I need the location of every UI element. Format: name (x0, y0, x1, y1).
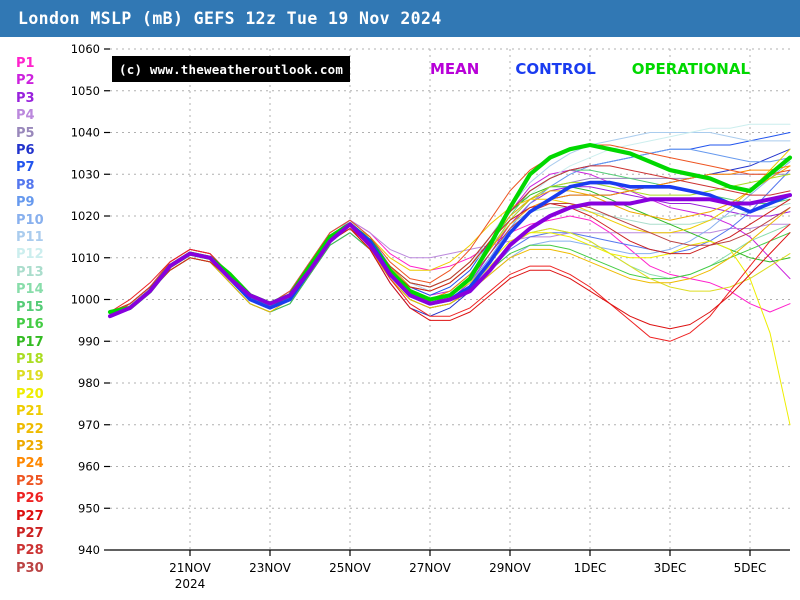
y-axis-tick-label: 960 (78, 460, 100, 474)
y-axis-tick-label: 1050 (71, 84, 100, 98)
y-axis-tick-label: 970 (78, 418, 100, 432)
x-axis-tick-label: 29NOV (489, 561, 531, 575)
x-axis-year-label: 2024 (175, 577, 206, 591)
y-axis-tick-label: 1000 (71, 293, 100, 307)
y-axis-tick-label: 940 (78, 543, 100, 557)
series-legend-operational: OPERATIONAL (631, 60, 751, 78)
y-axis-tick-label: 980 (78, 376, 100, 390)
y-axis-tick-label: 1010 (71, 251, 100, 265)
copyright-banner: (c) www.theweatheroutlook.com (112, 56, 351, 82)
header-bar: London MSLP (mB) GEFS 12z Tue 19 Nov 202… (0, 0, 800, 37)
series-legend-mean: MEAN (430, 60, 480, 78)
y-axis-tick-label: 1030 (71, 167, 100, 181)
x-axis-tick-label: 1DEC (574, 561, 607, 575)
x-axis-tick-label: 27NOV (409, 561, 451, 575)
ensemble-chart: 940 950 960 970 980 990 1000 1010 1020 1030 1040 10… (71, 42, 793, 591)
series-line-p23 (109, 165, 791, 313)
y-axis-tick-label: 1020 (71, 209, 100, 223)
x-axis-tick-label: 5DEC (734, 561, 767, 575)
x-axis-tick-label: 21NOV (169, 561, 211, 575)
series-line-p4 (109, 219, 791, 317)
series-legend: MEAN CONTROL OPERATIONAL (430, 60, 750, 78)
y-axis-tick-label: 950 (78, 501, 100, 515)
x-axis-tick-label: 3DEC (654, 561, 687, 575)
series-line-p11 (109, 132, 791, 313)
x-axis-tick-label: 23NOV (249, 561, 291, 575)
series-legend-control: CONTROL (515, 60, 596, 78)
y-axis-tick-label: 990 (78, 334, 100, 348)
plot-area: 940 950 960 970 980 990 1000 1010 1020 1030 1040 10… (0, 37, 800, 600)
page-title: London MSLP (mB) GEFS 12z Tue 19 Nov 202… (18, 9, 442, 28)
copyright-text: (c) www.theweatheroutlook.com (119, 62, 344, 77)
series-line-p28 (109, 165, 791, 313)
y-axis-tick-label: 1060 (71, 42, 100, 56)
y-axis-tick-label: 1040 (71, 126, 100, 140)
x-axis-tick-label: 25NOV (329, 561, 371, 575)
